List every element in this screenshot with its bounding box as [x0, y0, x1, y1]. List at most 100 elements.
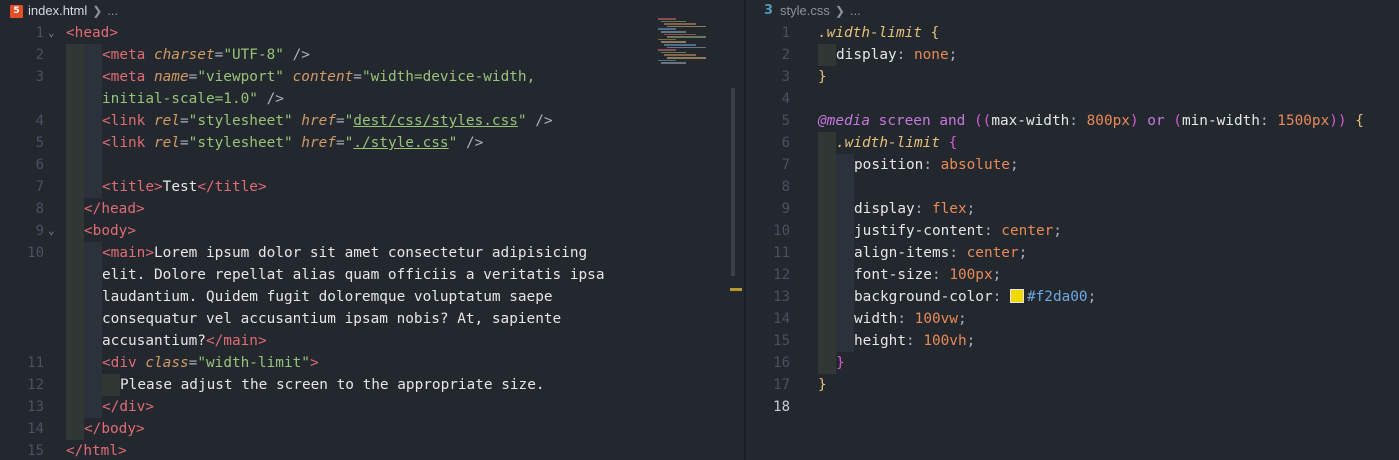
- code-line[interactable]: 5 <link rel="stylesheet" href="./style.cs…: [0, 132, 744, 154]
- code-line[interactable]: 6: [0, 154, 744, 176]
- minimap-line: [664, 33, 696, 36]
- code-line[interactable]: 1 ⌄ <head>: [0, 22, 744, 44]
- code-line[interactable]: 8 </head>: [0, 198, 744, 220]
- code-line[interactable]: 7 position: absolute;: [746, 154, 1399, 176]
- code-text: <link rel="stylesheet" href="dest/css/st…: [102, 110, 553, 132]
- code-line[interactable]: accusantium?</main>: [0, 330, 744, 352]
- code-token: "width-limit": [197, 355, 310, 371]
- code-line[interactable]: 12 Please adjust the screen to the approp…: [0, 374, 744, 396]
- breadcrumb-more[interactable]: ...: [850, 0, 861, 22]
- code-token: </title>: [197, 179, 267, 195]
- code-token: </html>: [66, 443, 127, 459]
- code-token: </div>: [102, 399, 154, 415]
- code-text: <link rel="stylesheet" href="./style.css…: [102, 132, 483, 154]
- code-line[interactable]: 6 .width-limit {: [746, 132, 1399, 154]
- html-code-editor[interactable]: 1 ⌄ <head> 2 <meta charset="UTF-8" /> 3 <meta …: [0, 22, 744, 460]
- code-token: Lorem ipsum dolor sit amet consectetur a…: [153, 245, 588, 261]
- code-text: accusantium?</main>: [102, 330, 267, 352]
- code-token: =: [335, 135, 345, 151]
- code-token: (: [1173, 113, 1182, 129]
- code-line[interactable]: 16}: [746, 352, 1399, 374]
- css-file-name[interactable]: style.css: [780, 0, 830, 22]
- vertical-scrollbar[interactable]: [731, 88, 735, 276]
- code-token: ;: [966, 333, 976, 349]
- code-line[interactable]: consequatur vel accusantium ipsam nobis?…: [0, 308, 744, 330]
- breadcrumb-more[interactable]: ...: [107, 0, 118, 22]
- code-line[interactable]: 8: [746, 176, 1399, 198]
- code-line[interactable]: 11 align-items: center;: [746, 242, 1399, 264]
- line-number: 15: [27, 443, 44, 459]
- code-line[interactable]: laudantium. Quidem fugit doloremque volu…: [0, 286, 744, 308]
- css-editor-pane[interactable]: 3 style.css ❯ ... 1 .width-limit {2 displa…: [746, 0, 1399, 460]
- minimap-line: [667, 57, 706, 59]
- css-breadcrumb[interactable]: 3 style.css ❯ ...: [746, 0, 1399, 22]
- code-text: <head>: [66, 22, 118, 44]
- code-token: 800px: [1086, 113, 1130, 129]
- code-line[interactable]: 15 </html>: [0, 440, 744, 460]
- code-line[interactable]: 13 </div>: [0, 396, 744, 418]
- code-token: rel: [153, 135, 180, 151]
- code-line[interactable]: 4 <link rel="stylesheet" href="dest/css/s…: [0, 110, 744, 132]
- code-token: =: [214, 47, 224, 63]
- fold-chevron-icon[interactable]: ⌄: [48, 22, 55, 44]
- html-editor-pane[interactable]: 5 index.html ❯ ... 1 ⌄ <head> 2 <meta charse…: [0, 0, 744, 460]
- code-text: <body>: [84, 220, 136, 242]
- code-line[interactable]: 9 display: flex;: [746, 198, 1399, 220]
- code-line[interactable]: 11 <div class="width-limit">: [0, 352, 744, 374]
- code-line[interactable]: 14 width: 100vw;: [746, 308, 1399, 330]
- code-text: .width-limit {: [818, 22, 939, 44]
- code-line[interactable]: 10 justify-content: center;: [746, 220, 1399, 242]
- code-line[interactable]: 15 height: 100vh;: [746, 330, 1399, 352]
- html-file-name[interactable]: index.html: [28, 0, 87, 22]
- css-code-editor[interactable]: 1 .width-limit {2 display: none; 3} 4 5 @media…: [746, 22, 1399, 460]
- fold-chevron-icon[interactable]: ⌄: [48, 220, 55, 242]
- code-line[interactable]: 18: [746, 396, 1399, 418]
- code-line[interactable]: 9 ⌄ <body>: [0, 220, 744, 242]
- code-line[interactable]: 3 <meta name="viewport" content="width=de…: [0, 66, 744, 88]
- code-token: center: [966, 245, 1019, 261]
- code-token: justify-content: [854, 223, 984, 239]
- line-number: 5: [35, 135, 44, 151]
- minimap-line: [664, 54, 696, 56]
- code-line[interactable]: 2 display: none;: [746, 44, 1399, 66]
- html-breadcrumb[interactable]: 5 index.html ❯ ...: [0, 0, 744, 22]
- code-token: href: [301, 135, 336, 151]
- code-token: <meta: [102, 47, 154, 63]
- line-number: 13: [773, 289, 790, 305]
- code-line[interactable]: 3}: [746, 66, 1399, 88]
- line-number: 10: [773, 223, 790, 239]
- code-token: ": [448, 135, 458, 151]
- minimap-line: [658, 28, 676, 30]
- code-token: :: [931, 267, 950, 283]
- code-line[interactable]: 10 <main>Lorem ipsum dolor sit amet conse…: [0, 242, 744, 264]
- code-token: background-color: [854, 289, 993, 305]
- code-line[interactable]: 1 .width-limit {: [746, 22, 1399, 44]
- code-token: ;: [1087, 289, 1097, 305]
- code-line[interactable]: 2 <meta charset="UTF-8" />: [0, 44, 744, 66]
- code-text: }: [818, 66, 827, 88]
- code-token: >: [309, 355, 319, 371]
- code-text: display: none;: [836, 44, 957, 66]
- minimap[interactable]: [658, 18, 728, 66]
- code-token: ;: [1009, 157, 1019, 173]
- code-line[interactable]: elit. Dolore repellat alias quam officii…: [0, 264, 744, 286]
- code-token: <head>: [66, 25, 118, 41]
- code-line[interactable]: 5 @media screen and ((max-width: 800px) o…: [746, 110, 1399, 132]
- color-swatch[interactable]: [1009, 289, 1024, 303]
- code-token: :: [914, 201, 932, 217]
- code-line[interactable]: 7 <title>Test</title>: [0, 176, 744, 198]
- code-line[interactable]: 13 background-color: #f2da00;: [746, 286, 1399, 308]
- code-token: </head>: [84, 201, 145, 217]
- code-line[interactable]: 14 </body>: [0, 418, 744, 440]
- minimap-line: [658, 18, 676, 20]
- line-number: 16: [773, 355, 790, 371]
- code-line[interactable]: initial-scale=1.0" />: [0, 88, 744, 110]
- scrollbar-marker: [730, 288, 742, 291]
- code-line[interactable]: 12 font-size: 100px;: [746, 264, 1399, 286]
- code-token: href: [301, 113, 336, 129]
- code-token: ): [1129, 113, 1139, 129]
- code-line[interactable]: 4: [746, 88, 1399, 110]
- code-line[interactable]: 17}: [746, 374, 1399, 396]
